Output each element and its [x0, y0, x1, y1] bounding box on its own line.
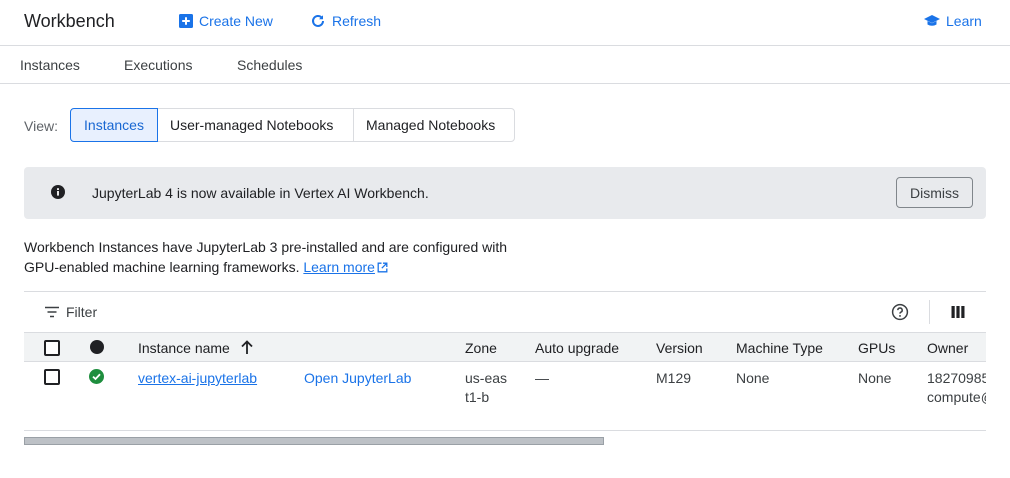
view-option-instances[interactable]: Instances — [70, 108, 158, 142]
banner-message: JupyterLab 4 is now available in Vertex … — [92, 185, 429, 201]
toolbar-separator — [929, 300, 930, 324]
table-row: vertex-ai-jupyterlab Open JupyterLab us-… — [24, 362, 986, 431]
owner-cell: 18270985 compute@ — [927, 369, 986, 407]
page-header: Workbench Create New Refresh Learn — [0, 0, 1010, 46]
view-selector: Instances User-managed Notebooks Managed… — [70, 108, 515, 142]
tab-instances[interactable]: Instances — [20, 57, 80, 73]
owner-line-1: 18270985 — [927, 370, 986, 386]
column-header-version[interactable]: Version — [656, 340, 703, 356]
column-header-instance-name[interactable]: Instance name — [138, 340, 230, 356]
view-label: View: — [24, 118, 58, 134]
sort-ascending-icon[interactable] — [240, 340, 254, 355]
zone-cell: us-east1-b — [465, 370, 508, 405]
filter-bar: Filter — [24, 292, 986, 332]
version-cell: M129 — [656, 370, 692, 386]
info-banner: JupyterLab 4 is now available in Vertex … — [24, 167, 986, 219]
description-line-2: GPU-enabled machine learning frameworks. — [24, 259, 300, 275]
column-header-auto-upgrade[interactable]: Auto upgrade — [535, 340, 619, 356]
info-icon — [51, 185, 65, 199]
tab-bar: Instances Executions Schedules — [0, 47, 1010, 84]
learn-more-label: Learn more — [303, 259, 375, 275]
column-header-gpus[interactable]: GPUs — [858, 340, 895, 356]
auto-upgrade-cell: — — [535, 370, 549, 386]
dismiss-button[interactable]: Dismiss — [896, 177, 973, 208]
open-in-new-icon — [377, 262, 388, 273]
create-new-label: Create New — [199, 13, 273, 29]
add-box-icon — [179, 14, 193, 28]
table-header: Instance name Zone Auto upgrade Version … — [24, 332, 986, 362]
tab-executions[interactable]: Executions — [124, 57, 192, 73]
column-display-icon[interactable] — [951, 305, 965, 319]
instance-name-link[interactable]: vertex-ai-jupyterlab — [138, 369, 257, 388]
learn-more-link[interactable]: Learn more — [303, 259, 388, 275]
view-option-user-managed-notebooks[interactable]: User-managed Notebooks — [157, 108, 354, 142]
open-jupyterlab-link[interactable]: Open JupyterLab — [304, 369, 411, 388]
refresh-button[interactable]: Refresh — [310, 13, 381, 29]
description: Workbench Instances have JupyterLab 3 pr… — [24, 237, 544, 277]
filter-icon[interactable] — [44, 306, 60, 318]
gpus-cell: None — [858, 370, 892, 386]
learn-button[interactable]: Learn — [924, 13, 982, 29]
school-icon — [924, 15, 940, 26]
filter-label[interactable]: Filter — [66, 304, 97, 320]
select-all-checkbox[interactable] — [44, 340, 60, 356]
machine-type-cell: None — [736, 370, 770, 386]
check-circle-icon — [89, 369, 104, 384]
description-line-2-wrap: GPU-enabled machine learning frameworks.… — [24, 257, 544, 277]
column-header-machine-type[interactable]: Machine Type — [736, 340, 823, 356]
tab-schedules[interactable]: Schedules — [237, 57, 302, 73]
help-icon[interactable] — [891, 303, 909, 321]
refresh-icon — [312, 14, 324, 27]
refresh-label: Refresh — [332, 13, 382, 29]
column-header-zone[interactable]: Zone — [465, 340, 497, 356]
view-option-managed-notebooks[interactable]: Managed Notebooks — [353, 108, 515, 142]
create-new-button[interactable]: Create New — [179, 13, 273, 29]
owner-line-2: compute@ — [927, 389, 986, 405]
row-checkbox[interactable] — [44, 369, 60, 385]
horizontal-scrollbar[interactable] — [24, 437, 604, 445]
column-header-owner[interactable]: Owner — [927, 340, 968, 356]
page-title: Workbench — [24, 11, 115, 31]
learn-label: Learn — [946, 13, 982, 29]
description-line-1: Workbench Instances have JupyterLab 3 pr… — [24, 239, 508, 255]
status-column-icon — [90, 340, 104, 354]
